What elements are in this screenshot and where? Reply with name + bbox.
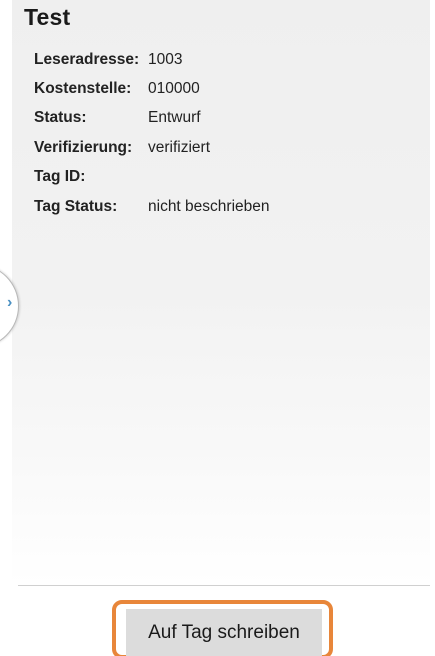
detail-value: verifiziert	[148, 139, 211, 156]
detail-label: Status:	[34, 109, 87, 126]
detail-label: Kostenstelle:	[34, 80, 132, 97]
detail-row-status: Status: Entwurf	[34, 109, 201, 133]
detail-value: Entwurf	[148, 109, 201, 126]
detail-label: Tag ID:	[34, 168, 86, 185]
detail-label: Tag Status:	[34, 198, 118, 215]
write-tag-button[interactable]: Auf Tag schreiben	[126, 609, 322, 656]
detail-value: 1003	[148, 51, 183, 68]
detail-row-leseradresse: Leseradresse: 1003	[34, 51, 182, 75]
detail-label: Leseradresse:	[34, 51, 140, 68]
divider	[18, 585, 430, 586]
screen: Test Leseradresse: 1003 Kostenstelle: 01…	[0, 0, 435, 656]
detail-row-tag-status: Tag Status: nicht beschrieben	[34, 198, 270, 222]
detail-value: nicht beschrieben	[148, 198, 270, 215]
detail-row-tag-id: Tag ID:	[34, 168, 85, 192]
detail-row-verifizierung: Verifizierung: verifiziert	[34, 139, 210, 163]
detail-label: Verifizierung:	[34, 139, 133, 156]
detail-row-kostenstelle: Kostenstelle: 010000	[34, 80, 200, 104]
detail-value: 010000	[148, 80, 200, 97]
chevron-right-icon[interactable]: ›	[7, 294, 12, 312]
page-title: Test	[24, 4, 71, 30]
